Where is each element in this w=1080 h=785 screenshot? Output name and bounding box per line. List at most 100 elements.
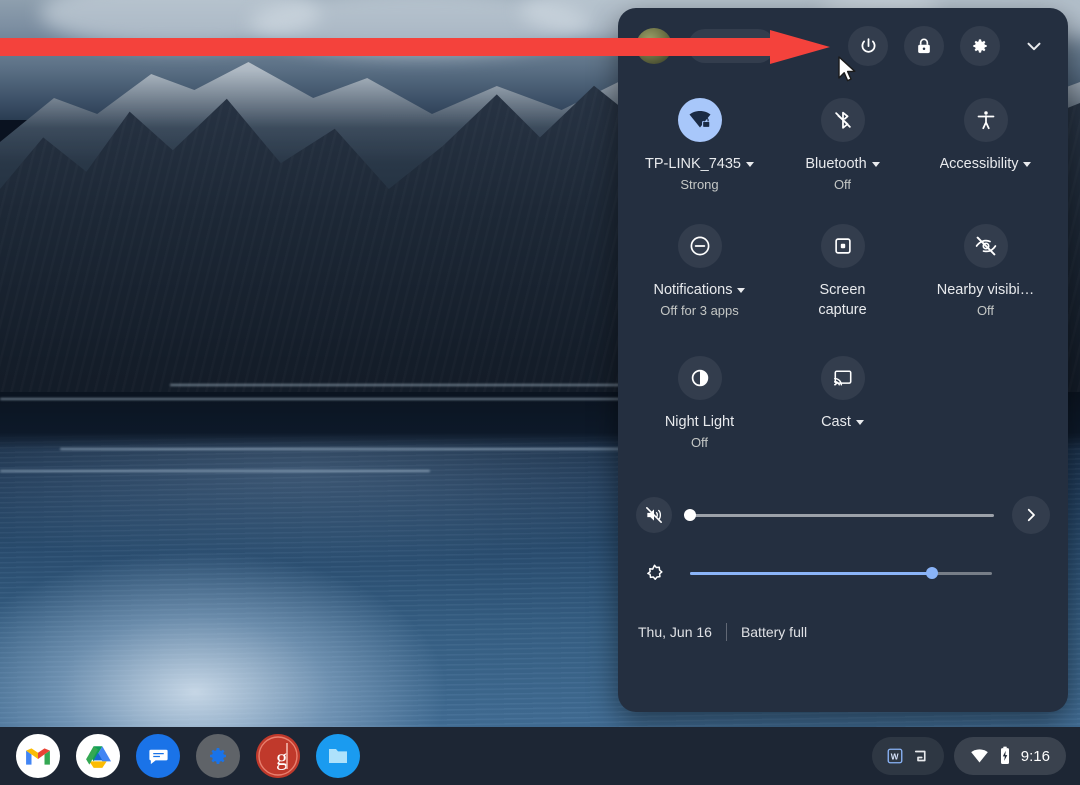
wifi-lock-icon <box>689 111 710 128</box>
brightness-icon-button[interactable] <box>636 555 672 591</box>
brightness-slider-row <box>618 544 1068 602</box>
night-light-icon <box>691 369 708 387</box>
brightness-slider[interactable] <box>690 563 992 583</box>
water-streak <box>170 384 620 386</box>
shelf-status-area: W 9:16 <box>871 737 1080 775</box>
volume-muted-icon <box>646 507 662 524</box>
collapse-panel-button[interactable] <box>1014 26 1054 66</box>
chevron-down-icon[interactable] <box>855 419 864 425</box>
tile-sublabel: Strong <box>680 177 719 193</box>
tile-label-text: TP-LINK_7435 <box>645 156 741 172</box>
power-icon <box>861 37 875 53</box>
clock-label: 9:16 <box>1020 747 1050 765</box>
tile-label-text: Bluetooth <box>805 156 867 172</box>
gmail-icon <box>26 748 50 765</box>
volume-slider-thumb[interactable] <box>684 509 696 522</box>
power-button[interactable] <box>848 26 888 66</box>
tile-cast[interactable]: Cast <box>771 348 914 450</box>
messages-icon <box>148 749 168 764</box>
screen-capture-tile-icon-circle[interactable] <box>820 224 865 269</box>
wifi-tile-icon-circle[interactable] <box>677 98 722 142</box>
chevron-down-icon[interactable] <box>737 287 746 293</box>
tile-label-text: Notifications <box>653 282 733 299</box>
water-streak <box>60 448 620 450</box>
brightness-slider-thumb[interactable] <box>925 567 938 580</box>
tile-sublabel: Off <box>833 177 852 193</box>
volume-slider-track <box>690 514 994 517</box>
tile-network[interactable]: TP-LINK_7435 Strong <box>628 90 771 192</box>
tile-label: Bluetooth <box>805 155 880 173</box>
screen-capture-icon <box>834 238 851 254</box>
tile-row: TP-LINK_7435 Strong Bluetooth Off Access… <box>628 90 1058 192</box>
tile-label-text: Nearby visibi… <box>936 282 1035 299</box>
tile-label-text: Night Light <box>664 414 735 431</box>
tile-nearby-visibility[interactable]: Nearby visibi… Off <box>914 216 1057 324</box>
chevron-down-icon <box>1027 42 1041 51</box>
shelf: g W 9:16 <box>0 727 1080 785</box>
chevron-down-icon[interactable] <box>871 161 880 167</box>
tile-notifications[interactable]: Notifications Off for 3 apps <box>628 216 771 324</box>
battery-status-label: Battery full <box>740 624 808 641</box>
brightness-slider-fill <box>690 572 932 575</box>
chevron-down-icon[interactable] <box>1023 161 1032 167</box>
groovypost-icon: g <box>256 734 300 778</box>
brightness-icon <box>646 564 663 580</box>
tile-label: Notifications <box>654 281 746 299</box>
bluetooth-tile-icon-circle[interactable] <box>820 98 865 142</box>
shelf-item-settings[interactable] <box>196 734 240 778</box>
nearby-visibility-tile-icon-circle[interactable] <box>963 224 1008 269</box>
night-light-tile-icon-circle[interactable] <box>677 356 722 401</box>
cast-tile-icon-circle[interactable] <box>820 356 865 401</box>
chevron-right-icon <box>1027 509 1035 522</box>
volume-mute-button[interactable] <box>636 497 672 534</box>
bluetooth-off-icon <box>834 111 851 129</box>
tile-label-text: Accessibility <box>939 156 1019 172</box>
quick-settings-footer: Thu, Jun 16 Battery full <box>618 610 1068 654</box>
volume-expand-button[interactable] <box>1012 496 1050 535</box>
shelf-app-list: g <box>0 734 360 778</box>
tile-label: Night Light <box>665 413 734 431</box>
quick-settings-panel: Sign out TP-LINK_7435 Strong Bluetooth O… <box>618 8 1068 712</box>
tile-sublabel: Off <box>690 435 709 451</box>
tile-label-text: Cast <box>821 414 851 431</box>
quick-settings-tiles: TP-LINK_7435 Strong Bluetooth Off Access… <box>618 84 1068 450</box>
shelf-item-messages[interactable] <box>136 734 180 778</box>
chromeos-desktop: Sign out TP-LINK_7435 Strong Bluetooth O… <box>0 0 1080 785</box>
sign-out-button[interactable]: Sign out <box>688 29 776 63</box>
shelf-item-groovypost[interactable]: g <box>256 734 300 778</box>
tile-screen-capture[interactable]: Screen capture <box>771 216 914 324</box>
volume-slider-row <box>618 486 1068 544</box>
tile-row: Notifications Off for 3 apps Screen capt… <box>628 216 1058 324</box>
accessibility-tile-icon-circle[interactable] <box>963 98 1008 142</box>
shelf-item-files[interactable] <box>316 734 360 778</box>
lock-icon <box>918 38 930 54</box>
do-not-disturb-icon <box>690 236 709 256</box>
accessibility-icon <box>977 111 994 130</box>
lock-button[interactable] <box>904 26 944 66</box>
chevron-down-icon[interactable] <box>745 161 754 167</box>
tile-accessibility[interactable]: Accessibility <box>914 90 1057 192</box>
folder-icon <box>329 749 347 763</box>
volume-slider[interactable] <box>684 505 994 525</box>
tile-sublabel: Off <box>976 303 995 319</box>
tile-bluetooth[interactable]: Bluetooth Off <box>771 90 914 192</box>
notifications-tile-icon-circle[interactable] <box>677 224 722 269</box>
tile-night-light[interactable]: Night Light Off <box>628 348 771 450</box>
gear-icon <box>973 39 987 53</box>
avatar[interactable] <box>636 28 672 64</box>
water-streak <box>0 398 620 400</box>
cast-icon <box>833 370 851 386</box>
word-badge-icon: W <box>887 748 903 764</box>
tile-sublabel: Off for 3 apps <box>660 303 739 319</box>
google-drive-icon <box>86 746 111 768</box>
shelf-item-google-drive[interactable] <box>76 734 120 778</box>
tile-label: Nearby visibi… <box>937 281 1035 299</box>
water-streak <box>0 470 430 472</box>
tote-icon <box>914 750 926 762</box>
status-tray[interactable]: 9:16 <box>953 737 1066 775</box>
settings-button[interactable] <box>960 26 1000 66</box>
battery-charging-icon <box>1000 746 1009 764</box>
tray-pill[interactable]: W <box>871 737 944 775</box>
tile-label: Screen capture <box>818 282 867 318</box>
shelf-item-gmail[interactable] <box>16 734 60 778</box>
